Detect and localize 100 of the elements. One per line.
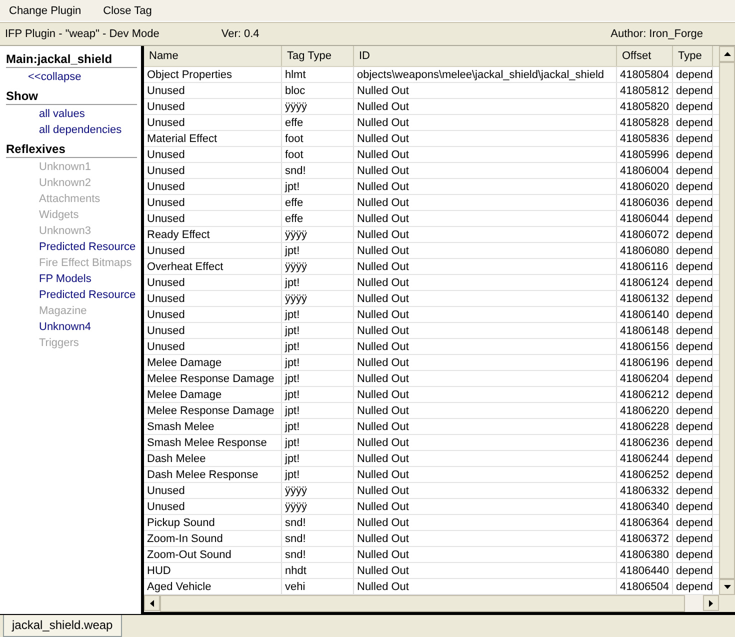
table-cell: 41806372: [617, 531, 673, 546]
table-cell: Nulled Out: [354, 515, 617, 530]
table-cell: 41806080: [617, 243, 673, 258]
sidebar-link[interactable]: all dependencies: [6, 122, 137, 138]
column-header[interactable]: Offset: [617, 46, 673, 66]
table-cell: foot: [282, 147, 354, 162]
sidebar-link[interactable]: Unknown4: [6, 319, 137, 335]
table-cell: snd!: [282, 547, 354, 562]
table-cell: vehi: [282, 579, 354, 594]
table-cell: Dash Melee: [144, 451, 282, 466]
table-cell: depend: [673, 179, 713, 194]
table-cell: jpt!: [282, 419, 354, 434]
table-cell: 41806116: [617, 259, 673, 274]
table-cell: depend: [673, 147, 713, 162]
menu-item[interactable]: Change Plugin: [9, 4, 82, 16]
table-cell: 41806124: [617, 275, 673, 290]
table-cell: jpt!: [282, 243, 354, 258]
table-cell: Unused: [144, 115, 282, 130]
sidebar-link[interactable]: all values: [6, 106, 137, 122]
table-cell: 41806364: [617, 515, 673, 530]
table-cell: Nulled Out: [354, 195, 617, 210]
column-header[interactable]: Name: [144, 46, 282, 66]
file-tab[interactable]: jackal_shield.weap: [3, 615, 122, 637]
sidebar-link[interactable]: FP Models: [6, 271, 137, 287]
sidebar-link[interactable]: <<collapse: [6, 69, 137, 85]
sidebar-link[interactable]: Predicted Resource: [6, 287, 137, 303]
table-cell: jpt!: [282, 323, 354, 338]
table-cell: depend: [673, 435, 713, 450]
table-cell: Aged Vehicle: [144, 579, 282, 594]
column-header[interactable]: Tag Type: [282, 46, 354, 66]
table-cell: Nulled Out: [354, 131, 617, 146]
table-cell: 41806156: [617, 339, 673, 354]
table-cell: objects\weapons\melee\jackal_shield\jackal_shield: [354, 67, 617, 82]
table-cell: Material Effect: [144, 131, 282, 146]
table-cell: Unused: [144, 483, 282, 498]
table-cell: foot: [282, 131, 354, 146]
table-cell: Nulled Out: [354, 483, 617, 498]
table-cell: Melee Response Damage: [144, 403, 282, 418]
table-cell: 41806072: [617, 227, 673, 242]
table-cell: Ready Effect: [144, 227, 282, 242]
table-cell: depend: [673, 371, 713, 386]
scroll-down-button[interactable]: [719, 579, 735, 595]
table-cell: jpt!: [282, 403, 354, 418]
table-cell: Nulled Out: [354, 563, 617, 578]
right-arrow-icon: [709, 600, 713, 606]
menu-item[interactable]: Close Tag: [103, 4, 152, 16]
scroll-right-button[interactable]: [703, 595, 719, 611]
table-cell: 41806504: [617, 579, 673, 594]
table-cell: Nulled Out: [354, 451, 617, 466]
table-cell: Nulled Out: [354, 371, 617, 386]
table-cell: snd!: [282, 531, 354, 546]
table-cell: Nulled Out: [354, 403, 617, 418]
sidebar-link[interactable]: Predicted Resource: [6, 239, 137, 255]
table-cell: Unused: [144, 339, 282, 354]
scroll-up-button[interactable]: [719, 46, 735, 62]
table-cell: 41805804: [617, 67, 673, 82]
table-cell: depend: [673, 275, 713, 290]
table-cell: depend: [673, 211, 713, 226]
section-heading: Main:jackal_shield: [6, 52, 137, 68]
scroll-left-button[interactable]: [144, 595, 160, 611]
table-cell: jpt!: [282, 387, 354, 402]
table-cell: depend: [673, 387, 713, 402]
table-cell: Nulled Out: [354, 387, 617, 402]
table-cell: nhdt: [282, 563, 354, 578]
table-cell: depend: [673, 259, 713, 274]
section-heading: Reflexives: [6, 142, 137, 158]
column-header[interactable]: Type: [673, 46, 713, 66]
table-cell: depend: [673, 131, 713, 146]
up-arrow-icon: [724, 52, 730, 56]
table-cell: ÿÿÿÿ: [282, 291, 354, 306]
table-cell: Unused: [144, 179, 282, 194]
table-cell: jpt!: [282, 307, 354, 322]
table-cell: depend: [673, 483, 713, 498]
down-arrow-icon: [724, 585, 730, 589]
table-cell: Nulled Out: [354, 99, 617, 114]
table-cell: 41805812: [617, 83, 673, 98]
table-cell: 41806148: [617, 323, 673, 338]
table-cell: ÿÿÿÿ: [282, 99, 354, 114]
table-cell: 41806220: [617, 403, 673, 418]
table-cell: depend: [673, 451, 713, 466]
table-cell: depend: [673, 99, 713, 114]
table-cell: Unused: [144, 99, 282, 114]
table-cell: depend: [673, 467, 713, 482]
table-cell: Unused: [144, 323, 282, 338]
column-header[interactable]: ID: [354, 46, 617, 66]
table-cell: 41806004: [617, 163, 673, 178]
table-cell: jpt!: [282, 435, 354, 450]
table-cell: Nulled Out: [354, 243, 617, 258]
table-cell: jpt!: [282, 451, 354, 466]
table-cell: effe: [282, 115, 354, 130]
table-cell: 41806140: [617, 307, 673, 322]
table-cell: Nulled Out: [354, 83, 617, 98]
left-arrow-icon: [150, 600, 154, 606]
table-cell: Nulled Out: [354, 211, 617, 226]
table-cell: depend: [673, 515, 713, 530]
table-cell: Nulled Out: [354, 499, 617, 514]
table-cell: jpt!: [282, 371, 354, 386]
table-cell: depend: [673, 547, 713, 562]
table-cell: hlmt: [282, 67, 354, 82]
table-cell: Nulled Out: [354, 547, 617, 562]
